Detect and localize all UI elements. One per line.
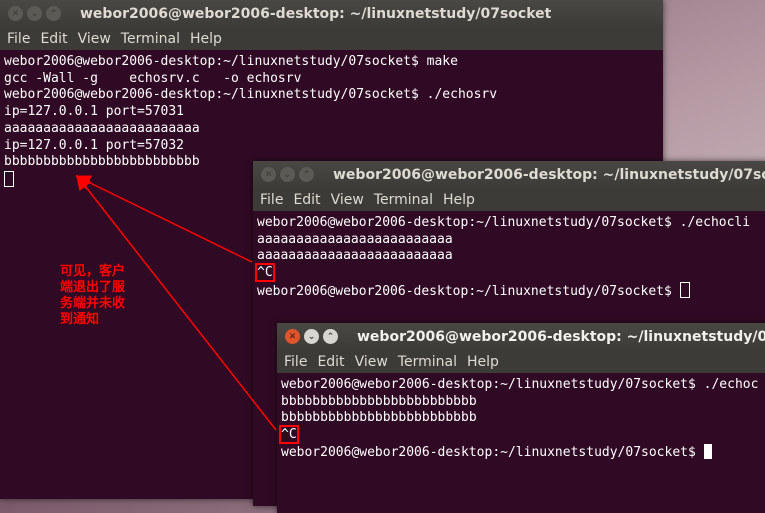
minimize-icon[interactable]: ⌄ bbox=[27, 6, 42, 21]
terminal-line: aaaaaaaaaaaaaaaaaaaaaaaaa bbox=[257, 248, 453, 264]
window-title: webor2006@webor2006-desktop: ~/linuxnets… bbox=[357, 329, 765, 345]
terminal-cursor bbox=[703, 443, 712, 459]
menu-terminal[interactable]: Terminal bbox=[398, 354, 457, 370]
window-title: webor2006@webor2006-desktop: ~/linuxnets… bbox=[80, 6, 552, 22]
terminal-cursor bbox=[4, 170, 14, 187]
window-titlebar[interactable]: ✕ ⌄ ⌃ webor2006@webor2006-desktop: ~/lin… bbox=[253, 161, 765, 189]
menu-terminal[interactable]: Terminal bbox=[374, 192, 433, 208]
terminal-line: bbbbbbbbbbbbbbbbbbbbbbbbb bbox=[281, 393, 477, 409]
minimize-icon[interactable]: ⌄ bbox=[304, 329, 319, 344]
terminal-line: aaaaaaaaaaaaaaaaaaaaaaaaa bbox=[4, 120, 200, 136]
menu-edit[interactable]: Edit bbox=[293, 192, 320, 208]
terminal-output[interactable]: webor2006@webor2006-desktop:~/linuxnetst… bbox=[277, 375, 765, 513]
maximize-icon[interactable]: ⌃ bbox=[323, 329, 338, 344]
menu-bar: File Edit View Terminal Help bbox=[0, 28, 663, 50]
terminal-prompt: webor2006@webor2006-desktop:~/linuxnetst… bbox=[281, 444, 704, 460]
ctrl-c-highlight: ^C bbox=[279, 425, 299, 445]
menu-help[interactable]: Help bbox=[190, 31, 222, 47]
maximize-icon[interactable]: ⌃ bbox=[299, 167, 314, 182]
terminal-line: aaaaaaaaaaaaaaaaaaaaaaaaa bbox=[257, 231, 453, 247]
terminal-line: gcc -Wall -g echosrv.c -o echosrv bbox=[4, 70, 302, 86]
menu-edit[interactable]: Edit bbox=[317, 354, 344, 370]
terminal-line: bbbbbbbbbbbbbbbbbbbbbbbbb bbox=[281, 410, 477, 426]
menu-help[interactable]: Help bbox=[443, 192, 475, 208]
menu-bar: File Edit View Terminal Help bbox=[277, 351, 765, 373]
window-title: webor2006@webor2006-desktop: ~/linuxnets… bbox=[333, 167, 765, 183]
menu-edit[interactable]: Edit bbox=[40, 31, 67, 47]
close-icon[interactable]: ✕ bbox=[285, 329, 300, 344]
menu-file[interactable]: File bbox=[284, 354, 307, 370]
menu-help[interactable]: Help bbox=[467, 354, 499, 370]
menu-view[interactable]: View bbox=[355, 354, 388, 370]
ctrl-c-highlight: ^C bbox=[255, 263, 275, 283]
minimize-icon[interactable]: ⌄ bbox=[280, 167, 295, 182]
menu-view[interactable]: View bbox=[331, 192, 364, 208]
annotation-note: 可见，客户 端退出了服 务端并未收 到通知 bbox=[60, 264, 126, 327]
menu-view[interactable]: View bbox=[78, 31, 111, 47]
terminal-prompt: webor2006@webor2006-desktop:~/linuxnetst… bbox=[257, 283, 680, 299]
client-terminal-window-b: ✕ ⌄ ⌃ webor2006@webor2006-desktop: ~/lin… bbox=[277, 323, 765, 513]
window-titlebar[interactable]: ✕ ⌄ ⌃ webor2006@webor2006-desktop: ~/lin… bbox=[277, 323, 765, 351]
terminal-line: ip=127.0.0.1 port=57032 bbox=[4, 137, 185, 153]
terminal-line: webor2006@webor2006-desktop:~/linuxnetst… bbox=[257, 215, 751, 230]
close-icon[interactable]: ✕ bbox=[8, 6, 23, 21]
menu-file[interactable]: File bbox=[7, 31, 30, 47]
terminal-line: webor2006@webor2006-desktop:~/linuxnetst… bbox=[281, 377, 759, 392]
menu-terminal[interactable]: Terminal bbox=[121, 31, 180, 47]
menu-file[interactable]: File bbox=[260, 192, 283, 208]
terminal-line: webor2006@webor2006-desktop:~/linuxnetst… bbox=[4, 54, 458, 69]
terminal-line: webor2006@webor2006-desktop:~/linuxnetst… bbox=[4, 87, 498, 103]
terminal-line: ip=127.0.0.1 port=57031 bbox=[4, 104, 185, 120]
menu-bar: File Edit View Terminal Help bbox=[253, 189, 765, 211]
window-titlebar[interactable]: ✕ ⌄ ⌃ webor2006@webor2006-desktop: ~/lin… bbox=[0, 0, 663, 28]
maximize-icon[interactable]: ⌃ bbox=[46, 6, 61, 21]
terminal-cursor bbox=[679, 281, 690, 298]
close-icon[interactable]: ✕ bbox=[261, 167, 276, 182]
